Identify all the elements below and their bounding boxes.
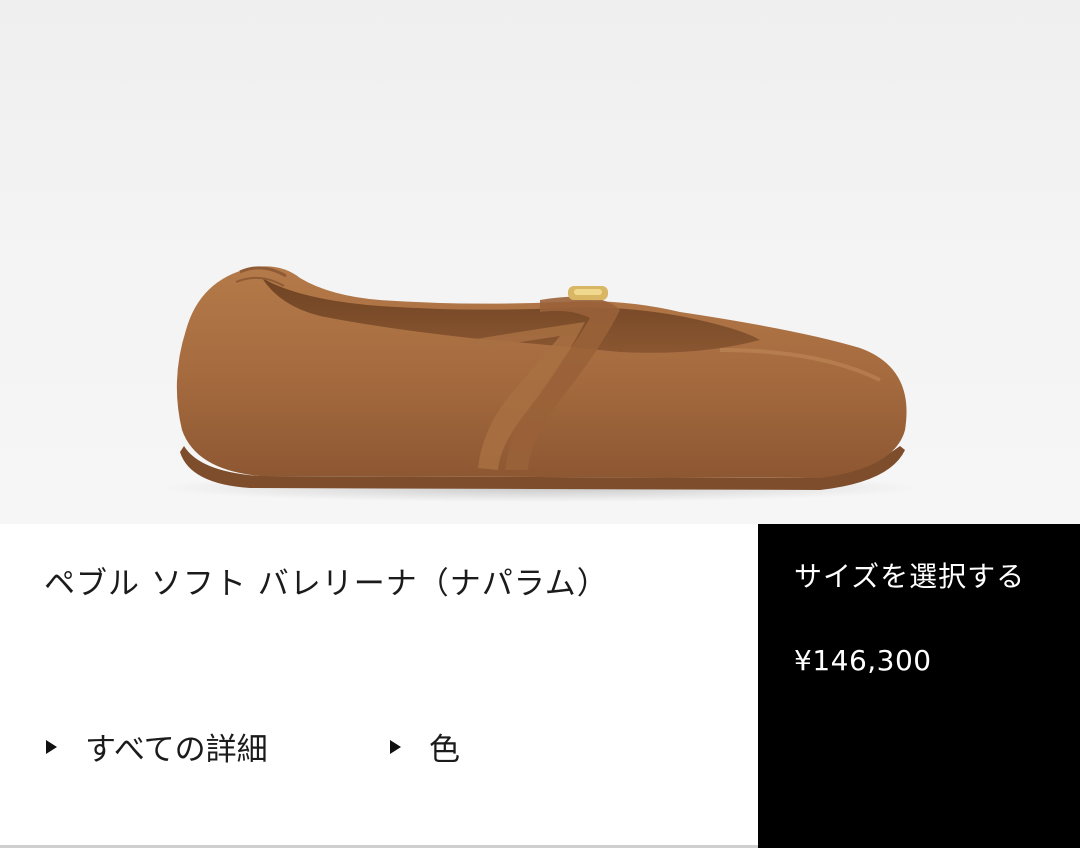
color-link[interactable]: 色 xyxy=(390,724,460,769)
product-title: ペブル ソフト バレリーナ（ナパラム） xyxy=(44,566,609,602)
color-label: 色 xyxy=(429,732,460,768)
product-image[interactable] xyxy=(0,0,1080,524)
all-details-link[interactable]: すべての詳細 xyxy=(46,724,268,769)
expand-triangle-icon xyxy=(390,739,401,754)
product-info-panel: ペブル ソフト バレリーナ（ナパラム） すべての詳細 色 xyxy=(0,524,758,848)
all-details-label: すべての詳細 xyxy=(85,732,268,768)
select-size-label: サイズを選択する xyxy=(794,560,1026,593)
ballerina-shoe-illustration xyxy=(160,266,920,502)
expand-triangle-icon xyxy=(46,739,57,754)
product-price: ¥146,300 xyxy=(794,644,932,677)
select-size-button[interactable]: サイズを選択する ¥146,300 xyxy=(758,524,1080,848)
